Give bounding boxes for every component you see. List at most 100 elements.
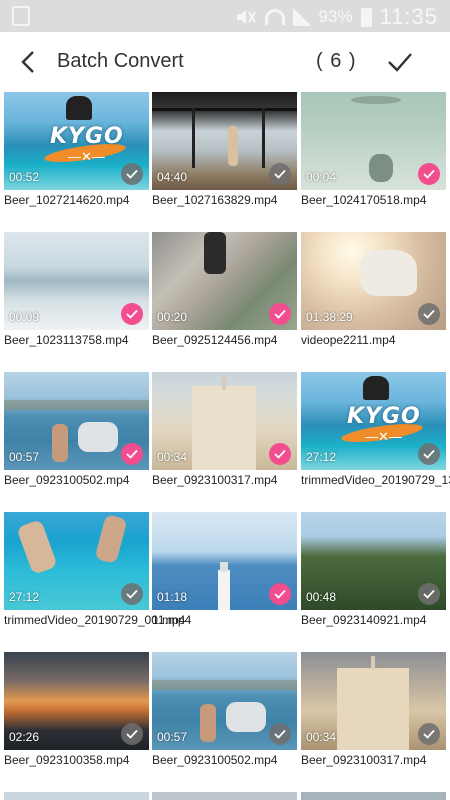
video-item[interactable]: 00:48 Beer_0923140921.mp4 (301, 512, 446, 642)
select-checkbox[interactable] (121, 583, 143, 605)
video-duration: 00:04 (306, 170, 337, 184)
select-checkbox[interactable] (269, 443, 291, 465)
video-filename: trimmedVideo_20190729_001.mp4 (4, 613, 192, 627)
check-icon (423, 729, 435, 739)
video-thumbnail: 01:38:29 (301, 232, 446, 330)
video-item[interactable]: 00:09 Beer_1023113758.mp4 (4, 232, 149, 362)
video-item[interactable]: 00:57 Beer_0923100502.mp4 (4, 372, 149, 502)
check-icon (126, 309, 138, 319)
confirm-button[interactable] (380, 42, 420, 82)
check-icon (274, 449, 286, 459)
battery-percent: 93% (318, 7, 353, 26)
video-item[interactable]: 01:38:29 videope2211.mp4 (301, 232, 446, 362)
select-checkbox[interactable] (121, 163, 143, 185)
chevron-left-icon (21, 51, 34, 73)
select-checkbox[interactable] (121, 723, 143, 745)
video-thumbnail: 00:48 (301, 512, 446, 610)
video-duration: 02:26 (9, 730, 40, 744)
video-thumbnail: 01:18 (152, 512, 297, 610)
video-filename: Beer_1027163829.mp4 (152, 193, 278, 207)
video-filename: Beer_0923100502.mp4 (4, 473, 130, 487)
status-bar: 93% 11:35 (0, 0, 450, 32)
video-item[interactable]: 02:26 Beer_0923100358.mp4 (4, 652, 149, 782)
video-filename: 1.mp4 (152, 613, 186, 627)
video-thumbnail-partial (301, 792, 446, 800)
video-item[interactable]: KYGO —✕— 00:52 Beer_1027214620.mp4 (4, 92, 149, 222)
check-icon (423, 589, 435, 599)
back-button[interactable] (8, 42, 48, 82)
video-filename: Beer_0923100358.mp4 (4, 753, 130, 767)
check-icon (274, 309, 286, 319)
select-checkbox[interactable] (418, 303, 440, 325)
checkmark-icon (388, 53, 412, 72)
video-item[interactable]: 00:20 Beer_0925124456.mp4 (152, 232, 297, 362)
select-checkbox[interactable] (121, 303, 143, 325)
select-checkbox[interactable] (269, 723, 291, 745)
video-item[interactable]: 01:18 1.mp4 (152, 512, 297, 642)
check-icon (423, 449, 435, 459)
page-title: Batch Convert (57, 50, 184, 72)
status-icons: 93% 11:35 (235, 4, 438, 30)
video-item[interactable]: 04:40 Beer_1027163829.mp4 (152, 92, 297, 222)
check-icon (274, 169, 286, 179)
video-duration: 01:38:29 (306, 310, 353, 324)
select-checkbox[interactable] (418, 443, 440, 465)
video-thumbnail: 27:12 (4, 512, 149, 610)
video-filename: Beer_1023113758.mp4 (4, 333, 129, 347)
video-duration: 00:52 (9, 170, 40, 184)
video-duration: 00:57 (9, 450, 40, 464)
video-duration: 04:40 (157, 170, 188, 184)
video-grid: KYGO —✕— 00:52 Beer_1027214620.mp4 04:40… (0, 92, 450, 800)
video-filename: Beer_0923100317.mp4 (152, 473, 278, 487)
video-filename: trimmedVideo_20190729_130732.mp4 (301, 473, 450, 487)
video-thumbnail: 00:34 (301, 652, 446, 750)
video-item[interactable]: 00:34 Beer_0923100317.mp4 (301, 652, 446, 782)
select-checkbox[interactable] (418, 723, 440, 745)
video-thumbnail: KYGO —✕— 27:12 (301, 372, 446, 470)
select-checkbox[interactable] (269, 583, 291, 605)
clock: 11:35 (379, 4, 438, 29)
notification-icon (12, 6, 30, 26)
video-thumbnail: 04:40 (152, 92, 297, 190)
header: Batch Convert ( 6 ) (0, 32, 450, 92)
selected-count: ( 6 ) (316, 50, 357, 72)
video-duration: 00:34 (157, 450, 188, 464)
video-duration: 27:12 (9, 590, 40, 604)
video-thumbnail: 00:09 (4, 232, 149, 330)
video-item[interactable]: 00:57 Beer_0923100502.mp4 (152, 652, 297, 782)
video-item[interactable]: 00:04 Beer_1024170518.mp4 (301, 92, 446, 222)
check-icon (126, 449, 138, 459)
video-duration: 00:09 (9, 310, 40, 324)
select-checkbox[interactable] (269, 303, 291, 325)
check-icon (423, 169, 435, 179)
check-icon (126, 169, 138, 179)
video-filename: videope2211.mp4 (301, 333, 396, 347)
video-duration: 00:48 (306, 590, 337, 604)
video-thumbnail: 00:57 (4, 372, 149, 470)
video-duration: 01:18 (157, 590, 188, 604)
video-item[interactable]: 00:34 Beer_0923100317.mp4 (152, 372, 297, 502)
video-thumbnail: 00:57 (152, 652, 297, 750)
video-item[interactable]: KYGO —✕— 27:12 trimmedVideo_20190729_130… (301, 372, 450, 502)
video-filename: Beer_0923140921.mp4 (301, 613, 427, 627)
kygo-logo: KYGO (50, 124, 124, 149)
video-thumbnail: 00:04 (301, 92, 446, 190)
video-thumbnail: 00:20 (152, 232, 297, 330)
select-checkbox[interactable] (269, 163, 291, 185)
video-filename: Beer_1027214620.mp4 (4, 193, 130, 207)
video-thumbnail: 00:34 (152, 372, 297, 470)
kygo-logo: KYGO (347, 404, 421, 429)
select-checkbox[interactable] (418, 583, 440, 605)
video-duration: 00:20 (157, 310, 188, 324)
video-thumbnail-partial (4, 792, 149, 800)
select-checkbox[interactable] (121, 443, 143, 465)
video-filename: Beer_0923100502.mp4 (152, 753, 278, 767)
check-icon (274, 589, 286, 599)
video-item[interactable]: 27:12 trimmedVideo_20190729_001.mp4 (4, 512, 192, 642)
wifi-icon (264, 9, 285, 25)
video-filename: Beer_1024170518.mp4 (301, 193, 427, 207)
video-duration: 00:57 (157, 730, 188, 744)
select-checkbox[interactable] (418, 163, 440, 185)
check-icon (126, 729, 138, 739)
signal-icon (292, 8, 311, 26)
